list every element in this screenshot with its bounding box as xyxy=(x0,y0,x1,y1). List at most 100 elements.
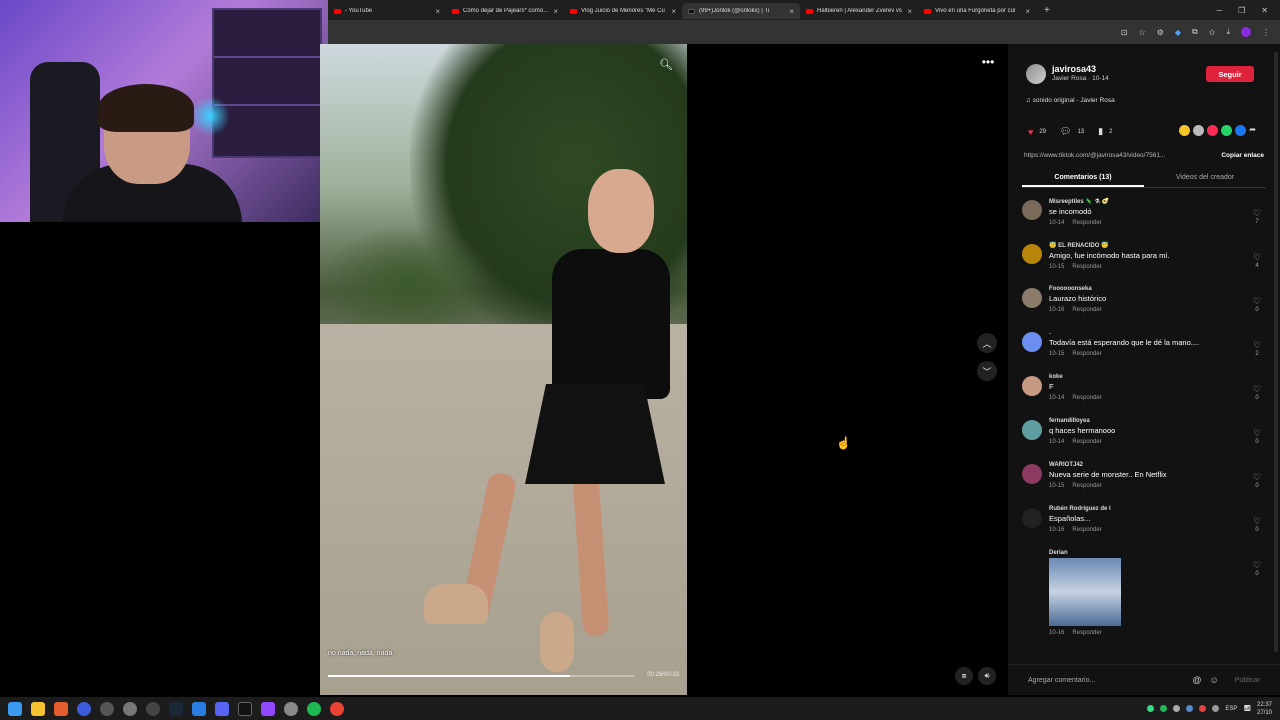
app-arrow-icon[interactable] xyxy=(123,701,137,716)
commenter-name[interactable]: Rubén Rodríguez de l xyxy=(1049,506,1266,512)
comment-like[interactable]: ♡ 0 xyxy=(1250,384,1264,401)
post-button[interactable]: Publicar xyxy=(1235,677,1260,684)
bookmarks-icon[interactable]: ✩ xyxy=(1209,28,1216,37)
reply-button[interactable]: Responder xyxy=(1072,483,1101,489)
commenter-name[interactable]: koke xyxy=(1049,374,1266,380)
commenter-name[interactable]: Derian xyxy=(1049,550,1266,556)
commenter-name[interactable]: Foooooonseka xyxy=(1049,286,1266,292)
previous-video-button[interactable]: ︿ xyxy=(977,333,997,353)
comment-like[interactable]: ♡ 0 xyxy=(1250,472,1264,489)
close-window-icon[interactable]: ✕ xyxy=(1261,6,1268,15)
comment-like[interactable]: ♡ 0 xyxy=(1250,516,1264,533)
share-whatsapp-icon[interactable] xyxy=(1221,125,1233,136)
close-tab-icon[interactable]: × xyxy=(789,7,794,16)
creator-avatar[interactable] xyxy=(1026,64,1046,84)
browser-tab[interactable]: (99+)Jonlok (@onlokx) | Ti × xyxy=(682,3,800,19)
commenter-avatar[interactable] xyxy=(1022,244,1042,264)
file-explorer-icon[interactable] xyxy=(31,701,45,716)
search-app-icon[interactable] xyxy=(54,701,68,716)
share-tiktok-icon[interactable] xyxy=(1207,125,1219,136)
discord-icon[interactable] xyxy=(215,701,229,716)
share-more-icon[interactable]: ➦ xyxy=(1249,125,1256,136)
comment-icon[interactable]: 💬︎ xyxy=(1060,126,1071,137)
windows-start-icon[interactable] xyxy=(8,701,22,716)
heart-outline-icon[interactable]: ♡ xyxy=(1250,340,1264,351)
tray-icon-gray[interactable] xyxy=(1173,705,1181,712)
commenter-avatar[interactable] xyxy=(1022,420,1042,440)
comment-like[interactable]: ♡ 0 xyxy=(1250,296,1264,313)
search-icon[interactable]: 🔍︎ xyxy=(659,58,673,71)
creator-profile[interactable]: javirosa43 Javier Rosa · 10-14 xyxy=(1026,64,1109,84)
comment-like[interactable]: ♡ 0 xyxy=(1250,428,1264,445)
browser-tab[interactable]: Halbieren | Alexander Zverev vs × xyxy=(800,3,918,19)
emoji-icon[interactable]: ☺ xyxy=(1210,675,1219,685)
heart-outline-icon[interactable]: ♡ xyxy=(1250,428,1264,439)
maximize-icon[interactable]: ❐ xyxy=(1238,6,1245,15)
app-gear-icon[interactable] xyxy=(284,701,298,716)
tray-icon-misc[interactable] xyxy=(1212,705,1220,712)
reply-button[interactable]: Responder xyxy=(1072,307,1101,313)
heart-outline-icon[interactable]: ♡ xyxy=(1250,252,1264,263)
bookmark-star-icon[interactable]: ☆ xyxy=(1139,28,1146,37)
scrollbar[interactable] xyxy=(1274,52,1278,652)
sound-link[interactable]: ♫ sonido original - Javier Rosa xyxy=(1026,97,1115,104)
new-tab-button[interactable]: + xyxy=(1036,5,1058,16)
install-app-icon[interactable]: ⊡ xyxy=(1121,28,1128,37)
downloads-icon[interactable]: ⤓ xyxy=(1226,27,1230,37)
commenter-name[interactable]: Misreeptiles 🦎 ⚗ 🥑 xyxy=(1049,198,1266,205)
heart-outline-icon[interactable]: ♡ xyxy=(1250,208,1264,219)
comment-like[interactable]: ♡ 2 xyxy=(1250,340,1264,357)
chrome-icon[interactable] xyxy=(330,701,344,716)
heart-outline-icon[interactable]: ♡ xyxy=(1250,472,1264,483)
commenter-name[interactable]: 😇 EL RENACIDO 😇 xyxy=(1049,242,1266,249)
commenter-avatar[interactable] xyxy=(1022,464,1042,484)
menu-icon[interactable]: ⋮ xyxy=(1262,28,1270,37)
tray-icon-red[interactable] xyxy=(1199,705,1207,712)
heart-outline-icon[interactable]: ♡ xyxy=(1250,560,1264,571)
heart-outline-icon[interactable]: ♡ xyxy=(1250,296,1264,307)
close-tab-icon[interactable]: × xyxy=(907,7,912,16)
share-friends-icon[interactable] xyxy=(1179,125,1191,136)
close-tab-icon[interactable]: × xyxy=(1025,7,1030,16)
commenter-avatar[interactable] xyxy=(1022,288,1042,308)
reply-button[interactable]: Responder xyxy=(1072,439,1101,445)
reply-button[interactable]: Responder xyxy=(1072,527,1101,533)
puzzle-icon[interactable]: ⧉ xyxy=(1192,27,1198,37)
commenter-avatar[interactable] xyxy=(1022,376,1042,396)
more-options-icon[interactable]: ••• xyxy=(978,55,998,71)
minimize-icon[interactable]: ─ xyxy=(1216,6,1222,15)
comment-input[interactable]: Agregar comentario... xyxy=(1028,677,1095,684)
comment-like[interactable]: ♡ 4 xyxy=(1250,252,1264,269)
copy-link-button[interactable]: Copiar enlace xyxy=(1221,152,1264,159)
language-indicator[interactable]: ESP xyxy=(1225,706,1237,712)
tray-icon-green[interactable] xyxy=(1147,705,1155,712)
reply-button[interactable]: Responder xyxy=(1072,351,1101,357)
picture-in-picture-button[interactable]: ⧈ xyxy=(955,667,973,685)
comment-like[interactable]: ♡ 7 xyxy=(1250,208,1264,225)
browser-tab[interactable]: - YouTube × xyxy=(328,3,446,19)
close-tab-icon[interactable]: × xyxy=(435,7,440,16)
volume-button[interactable]: 🔊︎ xyxy=(978,667,996,685)
browser-tab[interactable]: Cómo dejar de Pajears* como un × xyxy=(446,3,564,19)
video-progress-bar[interactable] xyxy=(328,675,634,677)
profile-avatar[interactable] xyxy=(1241,27,1251,37)
follow-button[interactable]: Seguir xyxy=(1206,66,1254,82)
commenter-avatar[interactable] xyxy=(1022,200,1042,220)
tab-comments[interactable]: Comentarios (13) xyxy=(1022,170,1144,187)
extension-blue-icon[interactable]: ◆ xyxy=(1175,28,1181,37)
reply-button[interactable]: Responder xyxy=(1072,264,1101,270)
comment-image[interactable] xyxy=(1049,558,1121,626)
heart-outline-icon[interactable]: ♡ xyxy=(1250,516,1264,527)
app-blue-icon[interactable] xyxy=(192,701,206,716)
tiktok-icon[interactable] xyxy=(238,701,252,716)
browser-tab[interactable]: Vlog Juicio de Menores "Me Cu × xyxy=(564,3,682,19)
extension-icon[interactable]: ⚙ xyxy=(1157,28,1164,37)
reply-button[interactable]: Responder xyxy=(1072,395,1101,401)
close-tab-icon[interactable]: × xyxy=(671,7,676,16)
spotify-icon[interactable] xyxy=(307,701,321,716)
like-icon[interactable]: ♥ xyxy=(1028,127,1033,137)
commenter-avatar[interactable] xyxy=(1022,508,1042,528)
browser-tab[interactable]: Vivo en una Furgoneta por cul × xyxy=(918,3,1036,19)
next-video-button[interactable]: ﹀ xyxy=(977,361,997,381)
reply-button[interactable]: Responder xyxy=(1072,630,1101,636)
